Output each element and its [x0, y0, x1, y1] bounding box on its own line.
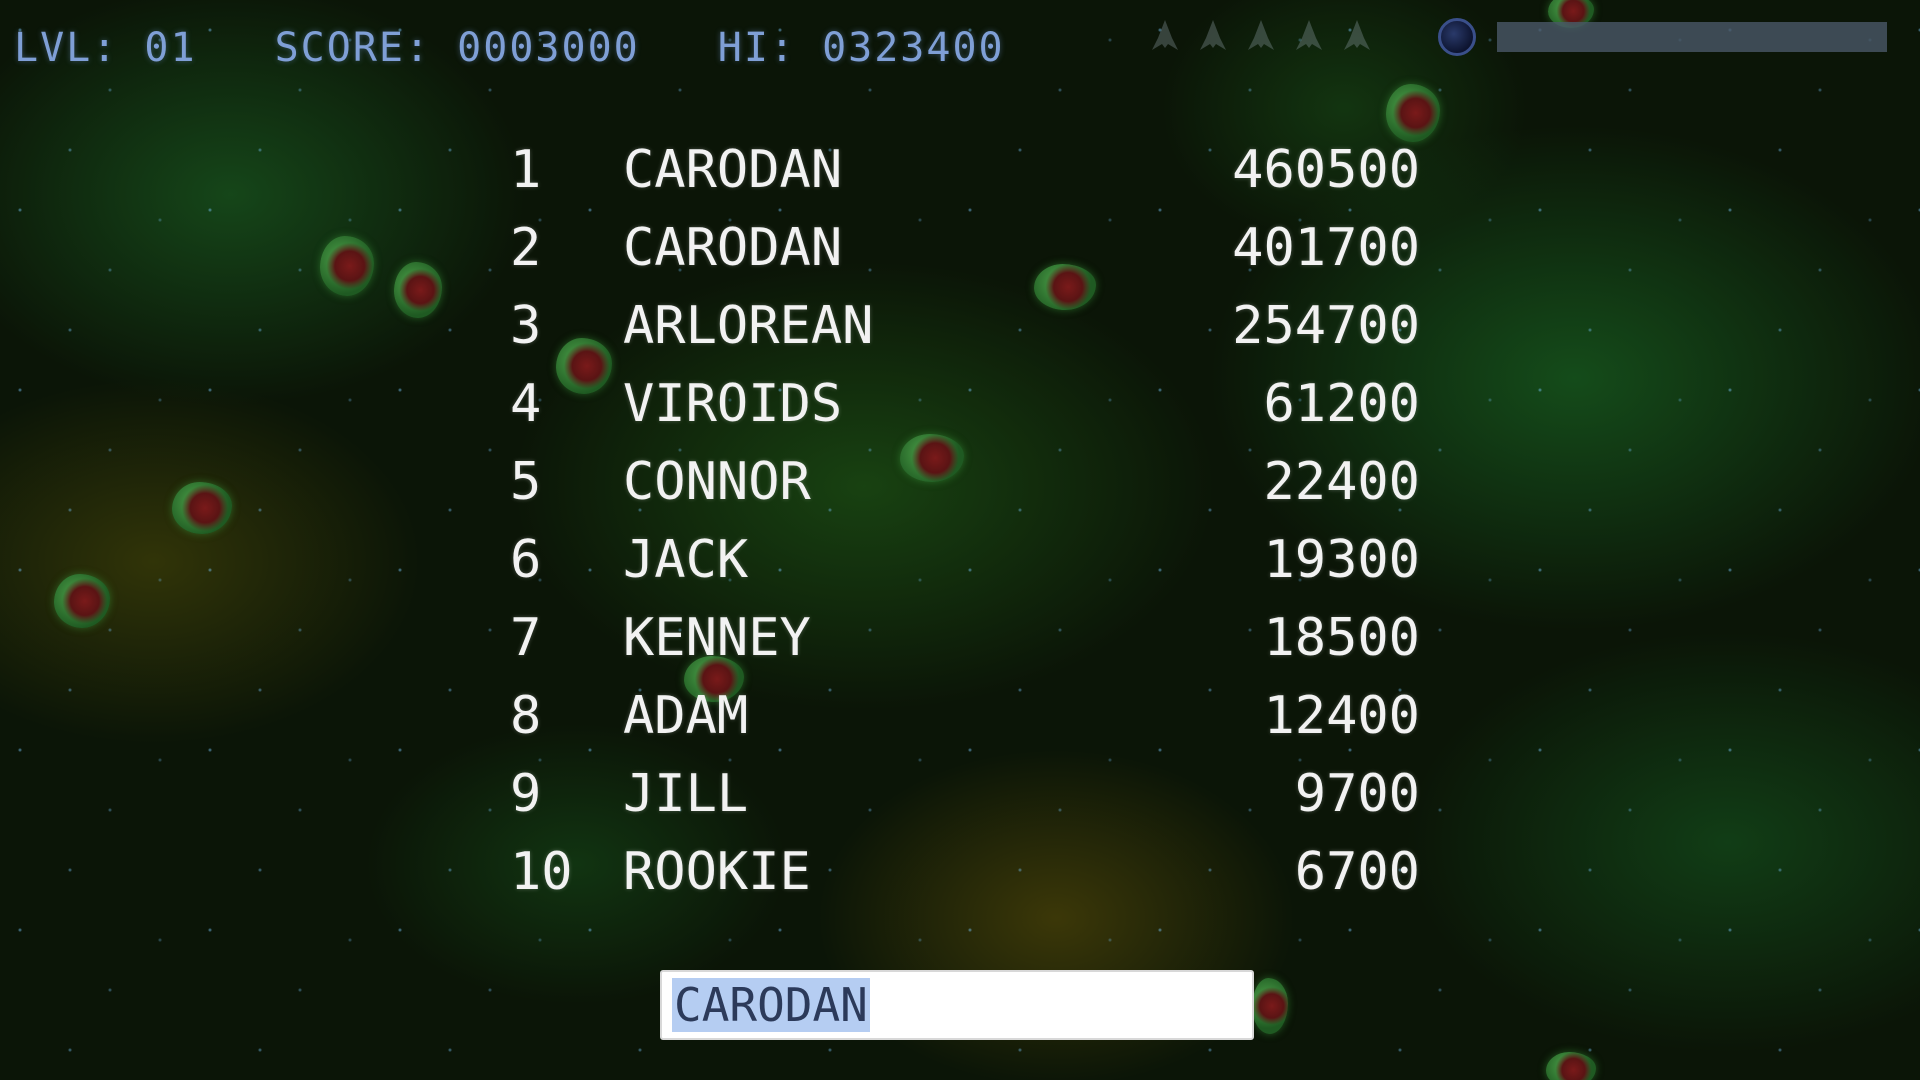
rank-number: 5 — [510, 452, 542, 512]
level-indicator: LVL: 01 — [14, 25, 197, 71]
rank-number: 2 — [510, 218, 542, 278]
rank-number: 3 — [510, 296, 542, 356]
leaderboard-row: 4 VIROIDS 61200 — [500, 374, 1420, 452]
leaderboard-row: 7 KENNEY 18500 — [500, 608, 1420, 686]
player-score: 19300 — [1263, 530, 1420, 590]
leaderboard-row: 3 ARLOREAN 254700 — [500, 296, 1420, 374]
player-score: 22400 — [1263, 452, 1420, 512]
high-score-table: 1 CARODAN 460500 2 CARODAN 401700 3 ARLOREAN 254… — [500, 140, 1420, 920]
ship-icon — [1296, 20, 1322, 50]
name-entry-selected-text: CARODAN — [672, 978, 870, 1032]
player-name: ADAM — [623, 686, 749, 746]
leaderboard-row: 6 JACK 19300 — [500, 530, 1420, 608]
player-name: CARODAN — [623, 218, 843, 278]
player-score: 18500 — [1263, 608, 1420, 668]
player-name: JILL — [623, 764, 749, 824]
game-screen: LVL: 01 SCORE: 0003000 HI: 0323400 1 CARO… — [0, 0, 1920, 1080]
asteroid — [1546, 1052, 1596, 1080]
player-name: CONNOR — [623, 452, 811, 512]
rank-number: 7 — [510, 608, 542, 668]
player-name: CARODAN — [623, 140, 843, 200]
ship-icon — [1248, 20, 1274, 50]
leaderboard-row: 1 CARODAN 460500 — [500, 140, 1420, 218]
leaderboard-row: 9 JILL 9700 — [500, 764, 1420, 842]
player-score: 6700 — [1294, 842, 1420, 902]
leaderboard-row: 5 CONNOR 22400 — [500, 452, 1420, 530]
name-entry-input[interactable]: CARODAN — [660, 970, 1254, 1040]
player-name: ARLOREAN — [623, 296, 874, 356]
energy-bar — [1497, 22, 1887, 52]
player-score: 9700 — [1294, 764, 1420, 824]
player-score: 12400 — [1263, 686, 1420, 746]
ship-icon — [1344, 20, 1370, 50]
ship-icon — [1200, 20, 1226, 50]
rank-number: 9 — [510, 764, 542, 824]
rank-number: 8 — [510, 686, 542, 746]
rank-number: 10 — [510, 842, 573, 902]
ship-icon — [1152, 20, 1178, 50]
rank-number: 1 — [510, 140, 542, 200]
player-name: KENNEY — [623, 608, 811, 668]
player-score: 61200 — [1263, 374, 1420, 434]
leaderboard-row: 8 ADAM 12400 — [500, 686, 1420, 764]
rank-number: 6 — [510, 530, 542, 590]
leaderboard-row: 2 CARODAN 401700 — [500, 218, 1420, 296]
player-score: 401700 — [1232, 218, 1420, 278]
rank-number: 4 — [510, 374, 542, 434]
hud-bar: LVL: 01 SCORE: 0003000 HI: 0323400 — [14, 18, 1083, 78]
player-score: 254700 — [1232, 296, 1420, 356]
player-name: JACK — [623, 530, 749, 590]
player-score: 460500 — [1232, 140, 1420, 200]
lives-indicator — [1150, 18, 1372, 52]
leaderboard-row: 10 ROOKIE 6700 — [500, 842, 1420, 920]
orb-icon — [1438, 18, 1476, 56]
score-display: SCORE: 0003000 — [274, 25, 640, 71]
hi-score-display: HI: 0323400 — [717, 25, 1005, 71]
player-name: VIROIDS — [623, 374, 843, 434]
player-name: ROOKIE — [623, 842, 811, 902]
